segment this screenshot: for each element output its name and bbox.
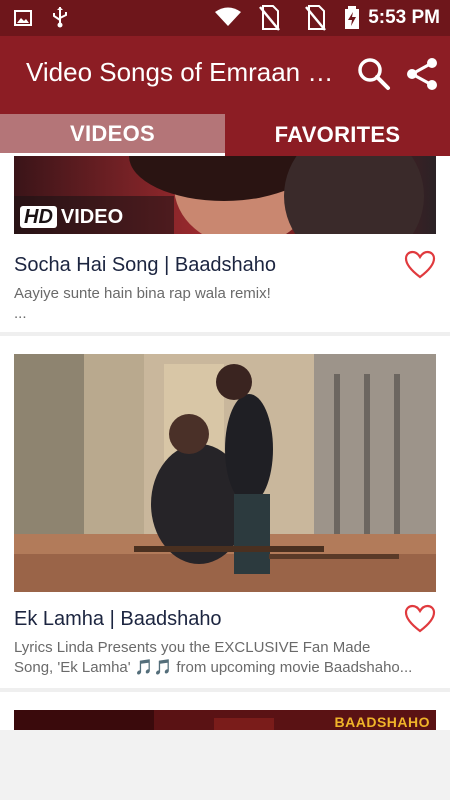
no-sim-icon [259, 5, 280, 31]
video-title[interactable]: Socha Hai Song | Baadshaho [14, 254, 276, 277]
video-thumbnail[interactable]: HD VIDEO [14, 156, 436, 234]
heart-outline-icon[interactable] [404, 604, 436, 634]
share-icon[interactable] [404, 56, 440, 92]
description-line: Lyrics Linda Presents you the EXCLUSIVE … [14, 639, 371, 656]
tab-bar: VIDEOS FAVORITES [0, 114, 450, 156]
usb-icon [53, 7, 67, 28]
status-bar: 5:53 PM [0, 0, 450, 36]
tab-videos[interactable]: VIDEOS [0, 114, 225, 156]
bottom-blank-area [0, 730, 450, 800]
description-line: Song, 'Ek Lamha' 🎵🎵 from upcoming movie … [14, 659, 413, 676]
video-description: Lyrics Linda Presents you the EXCLUSIVE … [14, 638, 434, 678]
video-card[interactable]: Ek Lamha | Baadshaho Lyrics Linda Presen… [0, 336, 450, 688]
hd-video-badge: HD VIDEO [20, 206, 123, 228]
video-list: HD VIDEO Socha Hai Song | Baadshaho Aayi… [0, 156, 450, 730]
thumbnail-image [14, 354, 436, 592]
description-line: ... [14, 305, 27, 322]
app-bar: Video Songs of Emraan Hashmi [0, 36, 450, 114]
hd-badge: HD [20, 206, 57, 228]
video-card[interactable]: BAADSHAHO [0, 692, 450, 730]
video-title[interactable]: Ek Lamha | Baadshaho [14, 608, 222, 631]
video-description: Aayiye sunte hain bina rap wala remix! .… [14, 284, 434, 324]
wifi-icon [215, 7, 241, 26]
thumbnail-text: BAADSHAHO [334, 714, 430, 730]
no-sim-icon [305, 5, 326, 31]
page-title: Video Songs of Emraan Hashmi [26, 57, 336, 87]
video-badge-label: VIDEO [60, 206, 124, 228]
video-card[interactable]: HD VIDEO Socha Hai Song | Baadshaho Aayi… [0, 156, 450, 332]
heart-outline-icon[interactable] [404, 250, 436, 280]
tab-favorites[interactable]: FAVORITES [225, 114, 450, 156]
description-line: Aayiye sunte hain bina rap wala remix! [14, 285, 271, 302]
battery-charging-icon [345, 6, 359, 29]
video-thumbnail[interactable] [14, 354, 436, 592]
image-icon [14, 10, 32, 26]
video-thumbnail[interactable]: BAADSHAHO [14, 710, 436, 730]
search-icon[interactable] [356, 56, 392, 92]
status-time: 5:53 PM [368, 7, 440, 28]
